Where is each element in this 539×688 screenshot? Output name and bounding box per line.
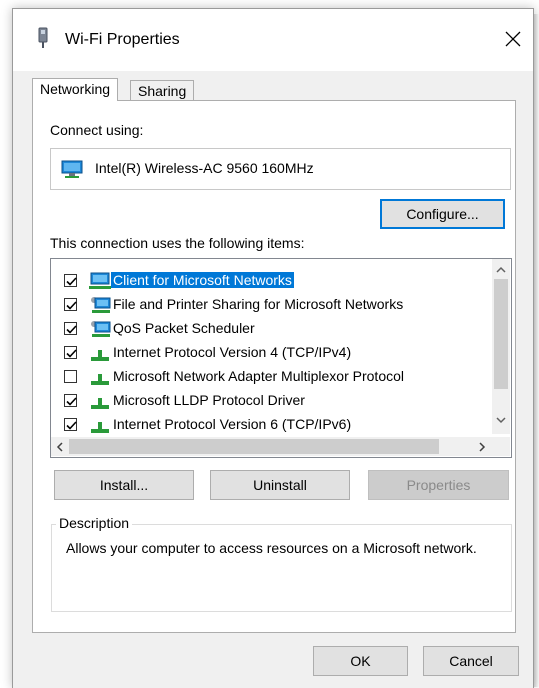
protocol-icon [89,391,111,414]
list-item[interactable]: Internet Protocol Version 6 (TCP/IPv6) [51,413,491,437]
install-button[interactable]: Install... [54,470,194,500]
protocol-icon [89,367,111,390]
item-checkbox[interactable] [64,418,77,431]
scroll-left-button[interactable] [51,438,69,456]
scroll-right-button[interactable] [473,438,491,456]
wifi-adapter-icon [35,27,51,49]
item-label[interactable]: Microsoft Network Adapter Multiplexor Pr… [113,368,404,384]
checkmark-icon [66,301,77,310]
items-listbox[interactable]: Client for Microsoft Networks File and P… [50,258,512,458]
network-client-icon [89,271,111,294]
item-checkbox[interactable] [64,394,77,407]
items-label: This connection uses the following items… [50,235,305,251]
item-label[interactable]: QoS Packet Scheduler [113,320,255,336]
adapter-name: Intel(R) Wireless-AC 9560 160MHz [95,160,314,176]
close-icon [505,31,521,47]
tab-networking[interactable]: Networking [32,78,119,101]
checkmark-icon [66,349,77,358]
item-label[interactable]: Client for Microsoft Networks [111,272,294,288]
list-item[interactable]: Microsoft LLDP Protocol Driver [51,389,491,413]
item-checkbox[interactable] [64,322,77,335]
checkmark-icon [66,325,77,334]
scroll-down-button[interactable] [492,411,510,429]
window-title: Wi-Fi Properties [65,31,180,48]
list-item[interactable]: QoS Packet Scheduler [51,317,491,341]
horizontal-scroll-thumb[interactable] [69,439,439,454]
vertical-scrollbar[interactable] [492,259,510,434]
horizontal-scrollbar[interactable] [51,437,492,456]
list-item[interactable]: Microsoft Network Adapter Multiplexor Pr… [51,365,491,389]
checkmark-icon [66,397,77,406]
list-item[interactable]: File and Printer Sharing for Microsoft N… [51,293,491,317]
connect-using-label: Connect using: [50,122,144,138]
list-item[interactable]: Internet Protocol Version 4 (TCP/IPv4) [51,341,491,365]
item-label[interactable]: Internet Protocol Version 4 (TCP/IPv4) [113,344,351,360]
adapter-field: Intel(R) Wireless-AC 9560 160MHz [50,148,511,190]
item-label[interactable]: Microsoft LLDP Protocol Driver [113,392,305,408]
item-label[interactable]: Internet Protocol Version 6 (TCP/IPv6) [113,416,351,432]
network-service-icon [89,319,111,342]
description-legend: Description [56,515,133,531]
ok-button[interactable]: OK [313,646,408,676]
checkmark-icon [66,421,77,430]
properties-dialog: Wi-Fi Properties Networking Sharing Conn… [12,8,534,688]
title-bar[interactable]: Wi-Fi Properties [13,9,533,71]
network-service-icon [89,295,111,318]
item-checkbox[interactable] [64,298,77,311]
network-adapter-icon [61,160,83,181]
chevron-up-icon [496,266,506,273]
checkmark-icon [66,277,77,286]
configure-button[interactable]: Configure... [380,199,505,229]
close-button[interactable] [493,19,533,59]
uninstall-button[interactable]: Uninstall [210,470,350,500]
protocol-icon [89,343,111,366]
scroll-up-button[interactable] [492,261,510,279]
item-label[interactable]: File and Printer Sharing for Microsoft N… [113,296,403,312]
list-item[interactable]: Client for Microsoft Networks [51,269,491,293]
cancel-button[interactable]: Cancel [423,646,519,676]
chevron-right-icon [479,442,486,452]
item-checkbox[interactable] [64,370,77,383]
chevron-left-icon [56,442,63,452]
description-text: Allows your computer to access resources… [66,540,477,556]
chevron-down-icon [496,417,506,424]
properties-button[interactable]: Properties [368,470,509,500]
scrollbar-corner [492,437,510,456]
description-group [51,524,512,612]
vertical-scroll-thumb[interactable] [494,279,508,389]
item-checkbox[interactable] [64,346,77,359]
item-checkbox[interactable] [64,274,77,287]
protocol-icon [89,415,111,438]
tab-sharing[interactable]: Sharing [130,80,195,101]
